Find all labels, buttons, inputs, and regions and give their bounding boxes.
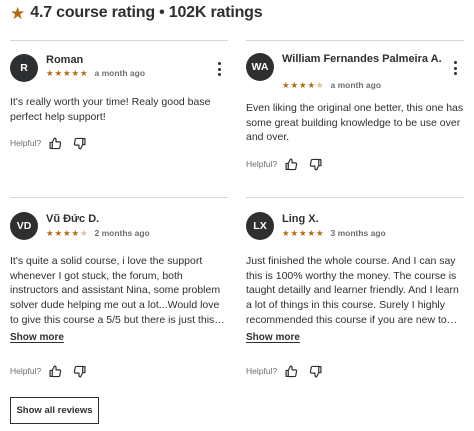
show-more-link[interactable]: Show more [10, 332, 64, 343]
rating-header: ★ 4.7 course rating • 102K ratings [10, 2, 263, 24]
star-filled-icon: ★ [80, 67, 88, 78]
review-date: a month ago [94, 68, 146, 78]
star-filled-icon: ★ [71, 67, 80, 78]
avatar: VD [10, 212, 38, 240]
divider [10, 197, 228, 198]
star-filled-icon: ★ [282, 79, 290, 90]
avatar: WA [246, 53, 274, 81]
thumbs-up-icon[interactable] [283, 157, 299, 171]
avatar: R [10, 54, 38, 82]
review-meta: ★ ★ ★ ★ ★ 2 months ago [46, 227, 150, 239]
star-rating: ★ ★ ★ ★ ★ [46, 69, 89, 78]
helpful-row: Helpful? [10, 364, 95, 378]
review-card: LX Ling X. ★ ★ ★ ★ ★ 3 months ago Just finis… [246, 197, 464, 387]
review-card: WA William Fernandes Palmeira A. ★ ★ ★ ★ ★ a… [246, 40, 464, 196]
review-date: a month ago [330, 80, 382, 90]
reviewer-name: William Fernandes Palmeira A. [282, 53, 442, 65]
star-icon: ★ [10, 3, 26, 23]
divider [246, 40, 464, 41]
star-filled-icon: ★ [299, 227, 307, 238]
star-filled-icon: ★ [54, 227, 63, 238]
star-filled-icon: ★ [46, 67, 54, 78]
thumbs-up-icon[interactable] [283, 364, 299, 378]
star-filled-icon: ★ [307, 79, 316, 90]
divider [10, 40, 228, 41]
review-date: 2 months ago [94, 228, 150, 238]
star-filled-icon: ★ [54, 67, 63, 78]
helpful-label: Helpful? [10, 138, 42, 148]
star-filled-icon: ★ [63, 67, 71, 78]
show-all-reviews-button[interactable]: Show all reviews [10, 397, 99, 424]
helpful-label: Helpful? [246, 366, 278, 376]
star-filled-icon: ★ [290, 79, 299, 90]
star-empty-icon: ★ [80, 227, 88, 238]
star-filled-icon: ★ [307, 227, 316, 238]
star-empty-icon: ★ [316, 79, 324, 90]
more-vertical-icon[interactable] [448, 59, 462, 77]
reviewer-name: Vũ Đức D. [46, 213, 100, 225]
more-vertical-icon[interactable] [212, 60, 226, 78]
star-rating: ★ ★ ★ ★ ★ [282, 81, 325, 90]
star-filled-icon: ★ [290, 227, 299, 238]
star-filled-icon: ★ [282, 227, 290, 238]
thumbs-down-icon[interactable] [71, 136, 87, 150]
thumbs-up-icon[interactable] [47, 136, 63, 150]
review-text: Just finished the whole course. And I ca… [246, 255, 459, 326]
star-filled-icon: ★ [316, 227, 324, 238]
divider [246, 197, 464, 198]
helpful-row: Helpful? [10, 136, 95, 150]
thumbs-down-icon[interactable] [71, 364, 87, 378]
star-filled-icon: ★ [46, 227, 54, 238]
review-text: It's quite a solid course, i love the su… [10, 255, 225, 326]
show-more-link[interactable]: Show more [246, 332, 300, 343]
star-filled-icon: ★ [299, 79, 307, 90]
star-filled-icon: ★ [71, 227, 80, 238]
review-meta: ★ ★ ★ ★ ★ 3 months ago [282, 227, 386, 239]
review-text: Even liking the original one better, thi… [246, 102, 464, 144]
review-card: VD Vũ Đức D. ★ ★ ★ ★ ★ 2 months ago It's qui… [10, 197, 228, 387]
reviewer-name: Ling X. [282, 213, 319, 225]
thumbs-down-icon[interactable] [307, 364, 323, 378]
thumbs-up-icon[interactable] [47, 364, 63, 378]
helpful-row: Helpful? [246, 364, 331, 378]
helpful-label: Helpful? [246, 159, 278, 169]
thumbs-down-icon[interactable] [307, 157, 323, 171]
review-meta: ★ ★ ★ ★ ★ a month ago [282, 79, 381, 91]
star-filled-icon: ★ [63, 227, 71, 238]
review-card: R Roman ★ ★ ★ ★ ★ a month ago It's really wo… [10, 40, 228, 196]
rating-summary: 4.7 course rating • 102K ratings [30, 4, 263, 21]
reviewer-name: Roman [46, 54, 84, 66]
star-rating: ★ ★ ★ ★ ★ [46, 229, 89, 238]
review-date: 3 months ago [330, 228, 386, 238]
helpful-label: Helpful? [10, 366, 42, 376]
review-text: It's really worth your time! Realy good … [10, 96, 211, 123]
avatar: LX [246, 212, 274, 240]
helpful-row: Helpful? [246, 157, 331, 171]
review-meta: ★ ★ ★ ★ ★ a month ago [46, 67, 145, 79]
star-rating: ★ ★ ★ ★ ★ [282, 229, 325, 238]
